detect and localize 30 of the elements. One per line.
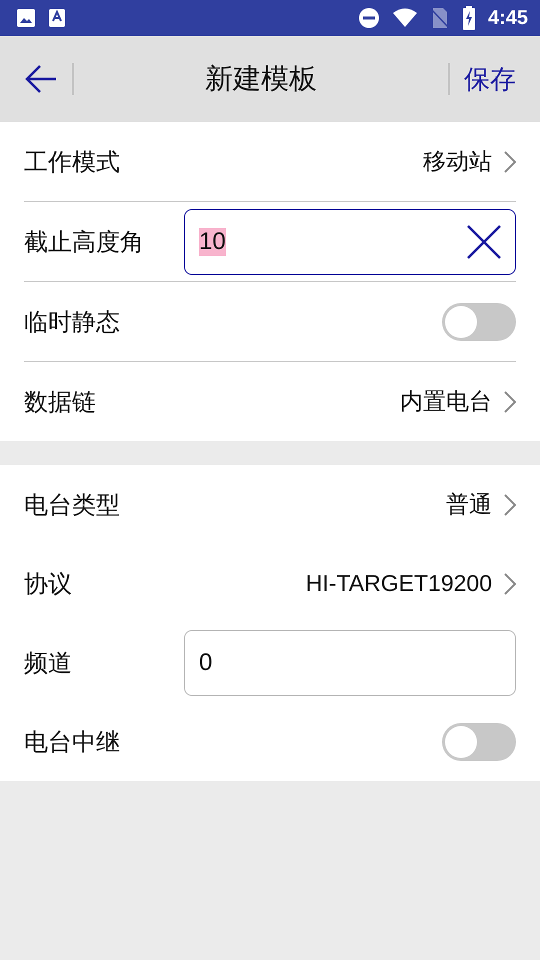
clear-icon[interactable] [467, 224, 501, 258]
image-icon [16, 8, 36, 28]
page-title: 新建模板 [204, 61, 318, 97]
setting-value[interactable]: HI-TARGET19200 [306, 570, 492, 597]
toggle-switch[interactable] [442, 722, 516, 760]
chevron-icon [504, 572, 516, 594]
status-time: 4:45 [488, 6, 528, 30]
chevron-icon [504, 390, 516, 412]
input-field[interactable]: 0 [184, 630, 516, 696]
input-field[interactable]: 10 [184, 208, 516, 274]
do-not-disturb-icon [358, 7, 380, 29]
font-icon [48, 8, 66, 28]
wifi-icon [392, 8, 418, 28]
setting-label: 工作模式 [24, 146, 121, 178]
setting-value[interactable]: 内置电台 [400, 386, 492, 417]
chevron-icon [504, 150, 516, 172]
setting-label: 数据链 [24, 386, 97, 418]
setting-label: 电台类型 [24, 490, 121, 520]
setting-label: 频道 [24, 648, 73, 678]
setting-value[interactable]: 移动站 [423, 146, 492, 177]
back-button[interactable] [24, 64, 58, 94]
setting-label: 电台中继 [24, 726, 121, 758]
setting-label: 协议 [24, 568, 73, 600]
toggle-switch[interactable] [442, 302, 516, 340]
setting-label: 临时静态 [24, 306, 121, 338]
save-button[interactable]: 保存 [464, 62, 516, 96]
chevron-icon [504, 494, 516, 516]
battery-charging-icon [462, 6, 476, 30]
setting-value[interactable]: 普通 [446, 489, 492, 520]
setting-label: 截止高度角 [24, 226, 145, 258]
